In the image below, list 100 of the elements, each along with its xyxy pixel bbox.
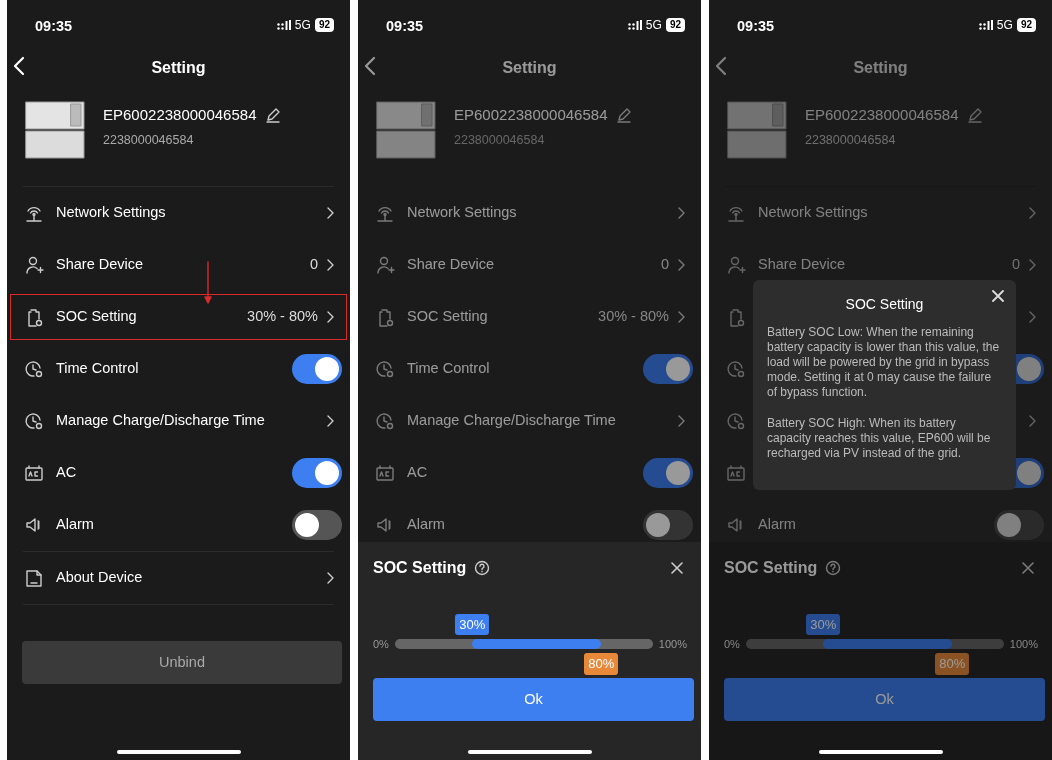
chevron-right-icon (677, 259, 685, 271)
row-label[interactable]: Alarm (56, 514, 284, 536)
device-serial: 2238000046584 (103, 131, 195, 149)
high-value-tag: 80% (584, 653, 619, 675)
row-label[interactable]: Network Settings (758, 202, 1020, 224)
row-label[interactable]: SOC Setting (407, 306, 591, 328)
close-icon[interactable] (671, 562, 683, 574)
row-label[interactable]: Manage Charge/Discharge Time (407, 410, 669, 432)
chevron-right-icon (326, 311, 334, 323)
page-title: Setting (853, 58, 908, 78)
chevron-right-icon (326, 572, 334, 584)
signal-icon (627, 20, 642, 30)
device-name: EP6002238000046584 (454, 105, 608, 125)
dialog-paragraph: Battery SOC High: When its battery capacity reaches this value, EP600 will be recharged via PV instead of the grid. (767, 416, 992, 461)
pencil-icon[interactable] (264, 107, 281, 124)
clock-icon (24, 411, 44, 431)
user-add-icon (726, 255, 746, 275)
row-value: 30% - 80% (598, 307, 669, 327)
toggle-switch[interactable] (643, 354, 693, 384)
row-value: 0 (1011, 255, 1020, 275)
arrow-icon (203, 261, 213, 305)
close-icon[interactable] (1022, 562, 1034, 574)
ok-button[interactable]: Ok (373, 678, 694, 721)
chevron-right-icon (1028, 415, 1036, 427)
toggle-switch[interactable] (292, 510, 342, 540)
signal-icon (978, 20, 993, 30)
low-value-tag: 30% (455, 613, 490, 635)
clock-icon (375, 359, 395, 379)
network-label: 5G (294, 17, 311, 34)
toggle-switch[interactable] (643, 458, 693, 488)
chevron-right-icon (677, 207, 685, 219)
row-value: 0 (309, 255, 318, 275)
page-title: Setting (502, 58, 557, 78)
chevron-right-icon (326, 259, 334, 271)
battery-level: 92 (1016, 18, 1036, 32)
help-icon[interactable] (825, 560, 842, 576)
user-add-icon (24, 255, 44, 275)
slider-max-label: 100% (658, 636, 687, 652)
chevron-right-icon (1028, 259, 1036, 271)
row-label[interactable]: Share Device (758, 254, 1004, 276)
network-label: 5G (645, 17, 662, 34)
chevron-right-icon (677, 311, 685, 323)
ac-box-icon (375, 463, 395, 483)
chevron-right-icon (677, 415, 685, 427)
sheet-title: SOC Setting (373, 558, 467, 578)
row-label[interactable]: Alarm (758, 514, 986, 536)
battery-level: 92 (314, 18, 334, 32)
slider-min-label: 0% (373, 636, 389, 652)
row-value: 30% - 80% (247, 307, 318, 327)
toggle-switch[interactable] (994, 510, 1044, 540)
row-label[interactable]: SOC Setting (56, 306, 240, 328)
row-label[interactable]: AC (407, 462, 635, 484)
chevron-right-icon (1028, 207, 1036, 219)
tablet-icon (24, 568, 44, 588)
back-icon[interactable] (13, 56, 25, 76)
row-label[interactable]: Manage Charge/Discharge Time (56, 410, 318, 432)
device-name: EP6002238000046584 (103, 105, 257, 125)
clock-icon (726, 359, 746, 379)
high-value-tag: 80% (935, 653, 970, 675)
row-label[interactable]: Network Settings (407, 202, 669, 224)
chevron-right-icon (326, 415, 334, 427)
ac-box-icon (24, 463, 44, 483)
user-add-icon (375, 255, 395, 275)
row-label[interactable]: Alarm (407, 514, 635, 536)
row-label[interactable]: AC (56, 462, 284, 484)
clock-icon (375, 411, 395, 431)
row-value: 0 (660, 255, 669, 275)
ac-box-icon (726, 463, 746, 483)
row-label[interactable]: About Device (56, 567, 318, 589)
close-icon[interactable] (992, 290, 1004, 302)
clock-icon (726, 411, 746, 431)
unbind-button[interactable]: Unbind (22, 641, 342, 684)
toggle-switch[interactable] (643, 510, 693, 540)
device-serial: 2238000046584 (454, 131, 546, 149)
page-title: Setting (151, 58, 206, 78)
row-label[interactable]: Time Control (56, 358, 284, 380)
device-name: EP6002238000046584 (805, 105, 959, 125)
row-label[interactable]: Network Settings (56, 202, 318, 224)
clock-icon (24, 359, 44, 379)
status-time: 09:35 (386, 17, 424, 36)
dialog-paragraph: Battery SOC Low: When the remaining battery capacity is lower than this value, the load will be powered by the grid in bypass mode. Setting it at 0 may cause the failure of bypass function. (767, 325, 1001, 400)
row-label[interactable]: Share Device (407, 254, 653, 276)
chevron-right-icon (326, 207, 334, 219)
toggle-switch[interactable] (292, 354, 342, 384)
network-label: 5G (996, 17, 1013, 34)
slider-max-label: 100% (1009, 636, 1038, 652)
sheet-title: SOC Setting (724, 558, 818, 578)
status-time: 09:35 (737, 17, 775, 36)
toggle-switch[interactable] (292, 458, 342, 488)
chevron-right-icon (1028, 311, 1036, 323)
device-serial: 2238000046584 (805, 131, 897, 149)
row-label[interactable]: Share Device (56, 254, 302, 276)
dialog-title: SOC Setting (844, 295, 925, 314)
signal-icon (276, 20, 291, 30)
row-label[interactable]: Time Control (407, 358, 635, 380)
back-icon[interactable] (364, 56, 376, 76)
low-value-tag: 30% (806, 613, 841, 635)
battery-level: 92 (665, 18, 685, 32)
status-time: 09:35 (35, 17, 73, 36)
help-icon[interactable] (474, 560, 491, 576)
